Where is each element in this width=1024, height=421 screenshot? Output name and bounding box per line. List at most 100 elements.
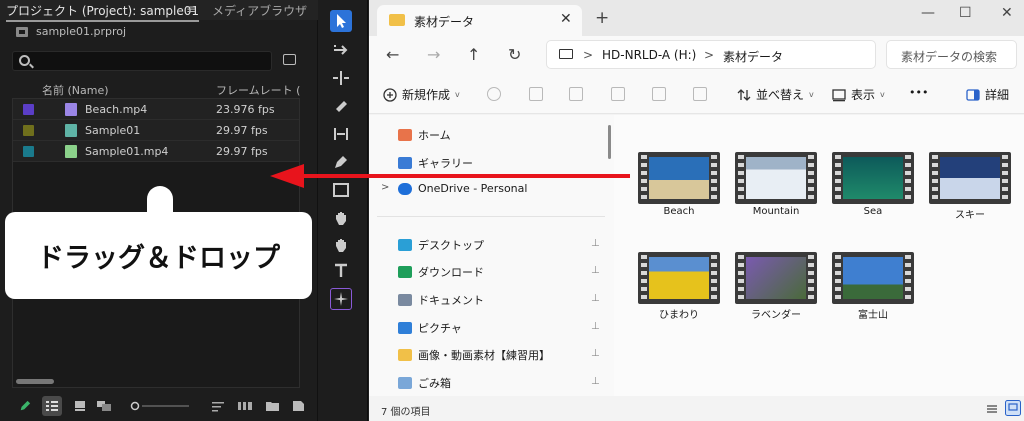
download-icon — [398, 266, 412, 278]
cut-icon[interactable] — [487, 87, 501, 101]
new-button[interactable]: 新規作成 v — [383, 86, 460, 103]
pin-icon[interactable]: ⊥ — [591, 321, 600, 332]
hand-tool[interactable] — [330, 207, 352, 229]
column-name[interactable]: 名前 (Name) — [42, 82, 109, 98]
explorer-tab[interactable]: 素材データ ✕ — [377, 5, 582, 36]
film-holes — [905, 155, 911, 201]
type-tool[interactable] — [330, 260, 352, 282]
file-name[interactable]: ラベンダー — [735, 306, 817, 321]
folder-icon — [398, 349, 412, 361]
sidebar-item-recycle-bin[interactable]: ごみ箱 — [398, 375, 451, 391]
project-search-input[interactable] — [12, 51, 272, 71]
tab-close-icon[interactable]: ✕ — [560, 11, 572, 27]
sort-icon[interactable] — [212, 400, 224, 412]
sidebar-item-home[interactable]: ホーム — [398, 127, 451, 143]
thumbnail-image — [940, 157, 1000, 199]
rename-icon[interactable] — [611, 87, 625, 101]
sidebar-item-label: ピクチャ — [418, 322, 462, 335]
hand-tool-alt[interactable] — [330, 234, 352, 256]
video-thumbnail[interactable] — [832, 252, 914, 304]
sidebar-item-pictures[interactable]: ピクチャ — [398, 320, 462, 336]
label-color-box[interactable] — [23, 125, 34, 136]
delete-icon[interactable] — [693, 87, 707, 101]
tab-project[interactable]: プロジェクト (Project): sample01 — [6, 2, 199, 22]
freeform-view-icon[interactable] — [97, 400, 111, 412]
selection-tool[interactable] — [330, 10, 352, 32]
back-button[interactable]: ← — [386, 45, 399, 64]
share-icon[interactable] — [652, 87, 666, 101]
table-row[interactable]: Beach.mp4 23.976 fps — [13, 99, 299, 120]
table-row[interactable]: Sample01 29.97 fps — [13, 120, 299, 141]
label-color-box[interactable] — [23, 104, 34, 115]
slip-tool[interactable] — [330, 123, 352, 145]
generative-tool[interactable] — [330, 288, 352, 310]
pin-icon[interactable]: ⊥ — [591, 348, 600, 359]
sidebar-item-desktop[interactable]: デスクトップ — [398, 237, 484, 253]
breadcrumb-drive[interactable]: HD-NRLD-A (H:) — [602, 48, 696, 62]
pencil-icon[interactable] — [18, 400, 32, 412]
navigation-pane: ホーム ギャラリー > OneDrive - Personal デスクトップ ダ… — [369, 115, 614, 396]
forward-button[interactable]: → — [427, 45, 440, 64]
view-button[interactable]: 表示 v — [832, 86, 885, 103]
pin-icon[interactable]: ⊥ — [591, 293, 600, 304]
file-name[interactable]: Sea — [832, 206, 914, 217]
copy-icon[interactable] — [529, 87, 543, 101]
sidebar-item-documents[interactable]: ドキュメント — [398, 292, 484, 308]
video-thumbnail[interactable] — [929, 152, 1011, 204]
folder-icon[interactable] — [266, 400, 279, 412]
video-thumbnail[interactable] — [735, 152, 817, 204]
video-thumbnail[interactable] — [638, 252, 720, 304]
file-name[interactable]: Beach — [638, 206, 720, 217]
details-pane-button[interactable]: 詳細 — [966, 86, 1009, 103]
up-button[interactable]: ↑ — [467, 45, 480, 64]
close-window-button[interactable]: ✕ — [1001, 5, 1013, 21]
item-name: Sample01.mp4 — [85, 145, 169, 158]
pin-icon[interactable]: ⊥ — [591, 265, 600, 276]
panel-menu-icon[interactable]: ≡ — [186, 2, 196, 16]
command-bar: 新規作成 v 並べ替え v 表示 v ••• 詳細 — [369, 74, 1024, 114]
file-name[interactable]: 富士山 — [832, 306, 914, 321]
refresh-button[interactable]: ↻ — [508, 45, 521, 64]
table-row[interactable]: Sample01.mp4 29.97 fps — [13, 141, 299, 162]
large-icons-view-icon[interactable] — [1005, 400, 1021, 416]
new-tab-button[interactable]: + — [595, 8, 609, 28]
sidebar-scrollbar[interactable] — [608, 125, 611, 159]
track-select-tool[interactable] — [330, 39, 352, 61]
speech-bubble: ドラッグ＆ドロップ — [5, 186, 312, 299]
details-pane-icon — [966, 88, 980, 101]
horizontal-scrollbar[interactable] — [16, 379, 54, 384]
file-name[interactable]: ひまわり — [638, 306, 720, 321]
razor-tool[interactable] — [330, 95, 352, 117]
type-t-icon — [335, 263, 347, 277]
pin-icon[interactable]: ⊥ — [591, 238, 600, 249]
sidebar-item-practice-folder[interactable]: 画像・動画素材【練習用】 — [398, 347, 550, 363]
list-view-icon[interactable] — [42, 396, 62, 416]
column-frame-rate[interactable]: フレームレート (F — [216, 82, 300, 98]
file-name[interactable]: Mountain — [735, 206, 817, 217]
new-label: 新規作成 — [402, 88, 451, 102]
file-name[interactable]: スキー — [929, 206, 1011, 221]
icon-view-icon[interactable] — [74, 400, 86, 412]
zoom-slider[interactable] — [130, 400, 190, 412]
sort-button[interactable]: 並べ替え v — [737, 86, 814, 103]
details-view-icon[interactable] — [986, 403, 998, 415]
sidebar-item-label: ホーム — [418, 129, 451, 142]
automate-sequence-icon[interactable] — [238, 400, 252, 412]
label-color-box[interactable] — [23, 146, 34, 157]
video-thumbnail[interactable] — [638, 152, 720, 204]
video-thumbnail[interactable] — [735, 252, 817, 304]
pin-icon[interactable]: ⊥ — [591, 376, 600, 387]
maximize-button[interactable]: ☐ — [959, 5, 972, 21]
paste-icon[interactable] — [569, 87, 583, 101]
address-input[interactable]: > HD-NRLD-A (H:) > 素材データ — [546, 40, 876, 69]
explorer-search-input[interactable]: 素材データの検索 — [886, 40, 1017, 69]
ripple-edit-tool[interactable] — [330, 67, 352, 89]
new-item-icon[interactable] — [293, 400, 304, 412]
more-options-button[interactable]: ••• — [909, 86, 928, 99]
video-thumbnail[interactable] — [832, 152, 914, 204]
breadcrumb-folder[interactable]: 素材データ — [723, 48, 783, 65]
sidebar-item-downloads[interactable]: ダウンロード — [398, 264, 484, 280]
new-bin-icon[interactable] — [283, 54, 296, 65]
minimize-button[interactable]: — — [921, 5, 935, 21]
tab-media-browser[interactable]: メディアブラウザ — [212, 2, 316, 19]
